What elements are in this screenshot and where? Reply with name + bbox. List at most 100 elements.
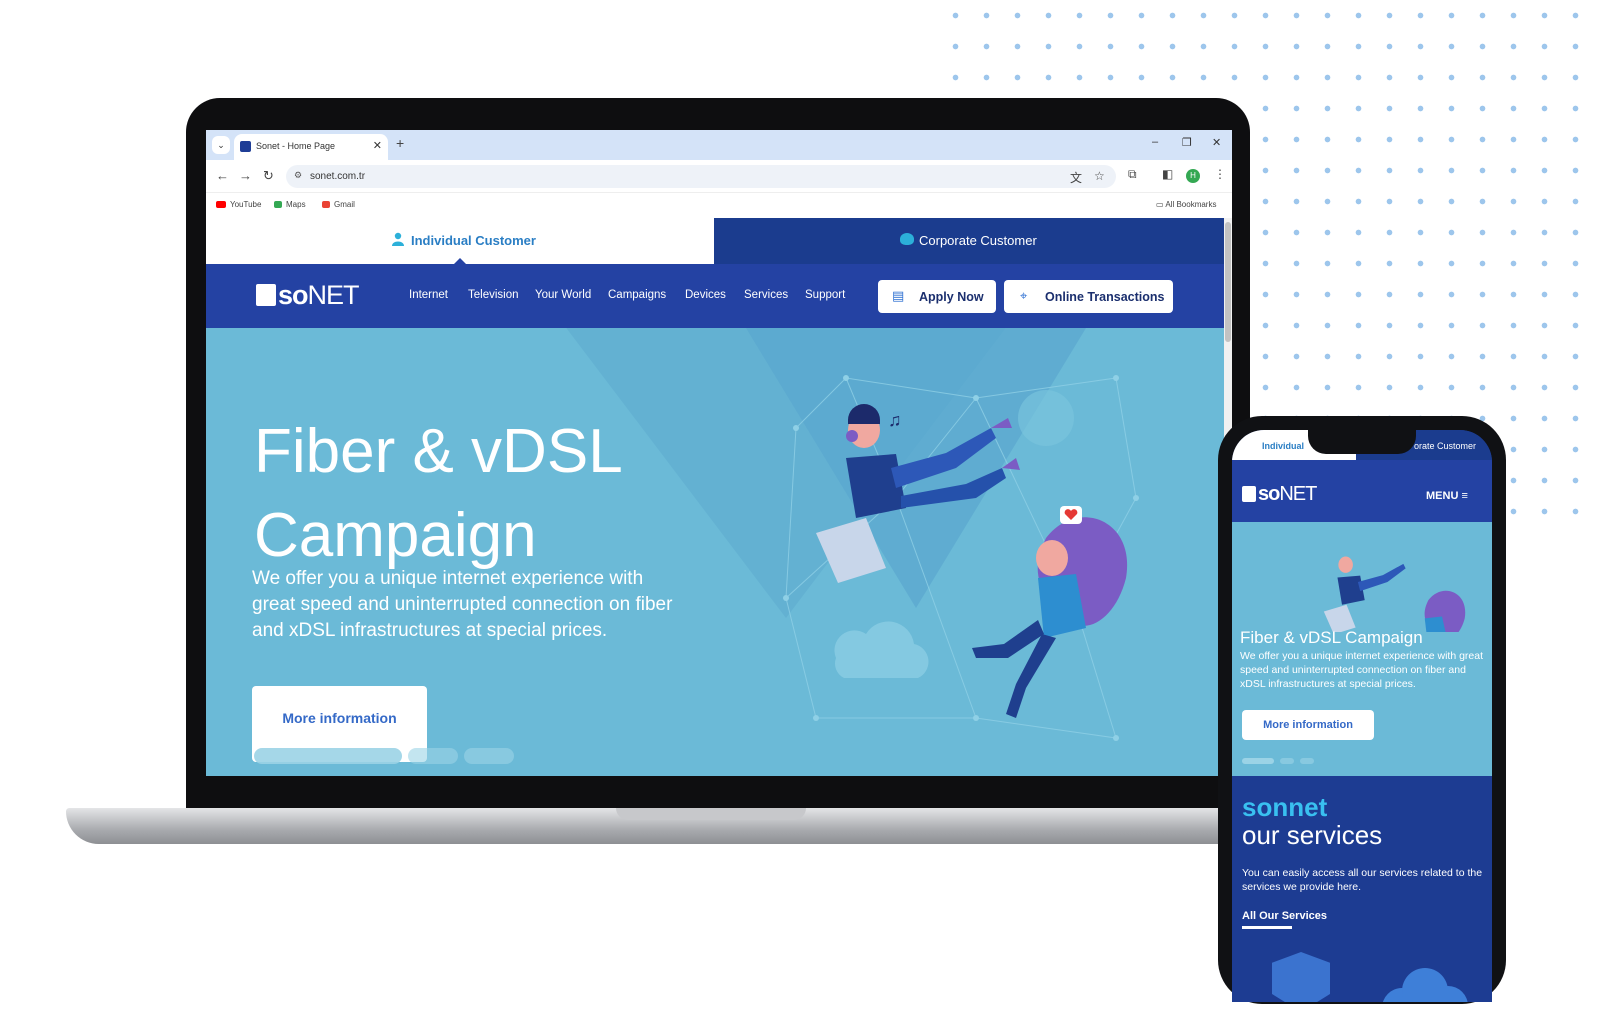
bookmark-maps[interactable]: Maps — [274, 200, 306, 209]
phone-hero-illustration — [1323, 556, 1466, 632]
all-bookmarks-label: All Bookmarks — [1165, 200, 1217, 209]
phone-notch — [1308, 430, 1416, 454]
browser-menu-icon[interactable]: ⋮ — [1214, 167, 1226, 181]
nav-campaigns[interactable]: Campaigns — [608, 289, 666, 301]
nav-devices[interactable]: Devices — [685, 289, 726, 301]
window-close-icon[interactable]: ✕ — [1212, 136, 1221, 149]
services-title: our services — [1242, 820, 1383, 850]
main-navigation: soNET Internet Television Your World Cam… — [206, 264, 1232, 328]
phone-more-information-label: More information — [1263, 719, 1353, 731]
cloud-icon — [1382, 968, 1468, 1002]
tab-individual-customer[interactable]: Individual Customer — [206, 218, 714, 264]
hero-subtitle: We offer you a unique internet experienc… — [252, 568, 673, 641]
corporate-icon — [900, 233, 914, 245]
all-bookmarks[interactable]: ▭ All Bookmarks — [1156, 200, 1216, 209]
apply-now-label: Apply Now — [919, 290, 984, 304]
browser-toolbar: ← → ↻ ⚙ sonet.com.tr 文 ☆ ⧉ ◧ H ⋮ — [206, 160, 1232, 193]
phone-slider-dot[interactable] — [1300, 758, 1314, 764]
restore-icon[interactable]: ❐ — [1182, 136, 1192, 149]
translate-icon[interactable]: 文 — [1070, 169, 1082, 186]
bookmark-gmail[interactable]: Gmail — [322, 200, 355, 209]
all-services-link[interactable]: All Our Services — [1242, 910, 1327, 922]
bookmark-star-icon[interactable]: ☆ — [1094, 169, 1105, 183]
bookmark-youtube[interactable]: YouTube — [216, 200, 261, 209]
side-panel-icon[interactable]: ◧ — [1162, 167, 1173, 181]
youtube-icon — [216, 201, 226, 209]
phone-customer-tabs: Individual orate Customer — [1232, 430, 1492, 460]
maps-icon — [274, 201, 282, 209]
bookmarks-bar: YouTube Maps Gmail ▭ All Bookmarks — [206, 193, 1232, 217]
nav-support[interactable]: Support — [805, 289, 845, 301]
address-bar[interactable]: ⚙ sonet.com.tr 文 ☆ — [286, 165, 1116, 188]
logo-bold: so — [1258, 483, 1280, 505]
link-underline — [1242, 926, 1292, 929]
tab-corporate-customer[interactable]: Corporate Customer — [714, 218, 1232, 264]
phone-corporate-label: orate Customer — [1414, 441, 1477, 451]
logo-mark-icon — [1242, 486, 1256, 502]
slider-dot-active[interactable] — [254, 748, 402, 764]
hero-title-line-1: Fiber & vDSL — [254, 417, 623, 486]
hero-banner: ♫ Fiber & vDSL Campaign We offer you a u… — [206, 328, 1232, 776]
corporate-customer-label: Corporate Customer — [919, 233, 1037, 248]
profile-avatar[interactable]: H — [1186, 169, 1200, 183]
laptop-notch — [616, 808, 806, 820]
individual-customer-label: Individual Customer — [411, 233, 536, 248]
close-tab-icon[interactable]: ✕ — [373, 139, 382, 152]
reload-icon[interactable]: ↻ — [263, 168, 274, 184]
minimize-icon[interactable]: – — [1152, 136, 1158, 148]
cursor-click-icon: ⌖ — [1020, 288, 1028, 303]
nav-services[interactable]: Services — [744, 289, 788, 301]
phone-hero-title: Fiber & vDSL Campaign — [1240, 628, 1423, 647]
apply-now-button[interactable]: ▤ Apply Now — [878, 280, 996, 313]
nav-internet[interactable]: Internet — [409, 289, 448, 301]
back-icon[interactable]: ← — [216, 168, 229, 183]
site-info-icon[interactable]: ⚙ — [294, 170, 302, 181]
online-transactions-label: Online Transactions — [1045, 290, 1165, 304]
laptop-screen: ⌄ Sonet - Home Page ✕ + – ❐ ✕ ← → ↻ ⚙ so… — [206, 130, 1232, 776]
clipboard-icon: ▤ — [892, 288, 905, 303]
phone-frame: Individual orate Customer soNET MENU ≡ F… — [1218, 416, 1506, 1004]
menu-button[interactable]: MENU ≡ — [1426, 490, 1468, 502]
sonet-logo[interactable]: soNET — [256, 280, 390, 311]
logo-thin: NET — [1279, 483, 1317, 505]
bookmark-label: Maps — [286, 200, 306, 209]
sonet-favicon-icon — [240, 141, 251, 152]
showcase-stage: ⌄ Sonet - Home Page ✕ + – ❐ ✕ ← → ↻ ⚙ so… — [0, 0, 1600, 1023]
bookmark-label: YouTube — [230, 200, 262, 209]
hero-title: Fiber & vDSL Campaign — [254, 410, 714, 578]
logo-mark-icon — [256, 284, 276, 306]
scrollbar-thumb[interactable] — [1225, 222, 1231, 342]
services-description: You can easily access all our services r… — [1242, 867, 1483, 893]
phone-navigation: soNET MENU ≡ — [1232, 460, 1492, 522]
more-information-label: More information — [282, 710, 397, 726]
svg-text:♫: ♫ — [888, 410, 902, 430]
slider-dot[interactable] — [464, 748, 514, 764]
forward-icon[interactable]: → — [239, 168, 252, 183]
nav-television[interactable]: Television — [468, 289, 519, 301]
phone-hero-banner: Fiber & vDSL Campaign We offer you a uni… — [1232, 522, 1492, 776]
tab-title: Sonet - Home Page — [256, 141, 336, 151]
phone-individual-label: Individual — [1262, 441, 1305, 451]
logo-text: soNET — [1258, 483, 1317, 506]
tab-search-icon[interactable]: ⌄ — [212, 136, 230, 154]
extensions-icon[interactable]: ⧉ — [1128, 167, 1137, 182]
user-icon — [392, 232, 404, 246]
phone-sonet-logo[interactable]: soNET — [1242, 483, 1376, 512]
customer-type-tabs: Individual Customer Corporate Customer — [206, 218, 1232, 264]
phone-more-information-button[interactable]: More information — [1242, 710, 1374, 740]
browser-tab[interactable]: Sonet - Home Page ✕ — [234, 134, 388, 160]
hero-illustration: ♫ — [783, 375, 1139, 741]
phone-screen: Individual orate Customer soNET MENU ≡ F… — [1232, 430, 1492, 1002]
phone-slider-dot-active[interactable] — [1242, 758, 1274, 764]
phone-slider-dot[interactable] — [1280, 758, 1294, 764]
folder-icon: ▭ — [1156, 200, 1164, 209]
online-transactions-button[interactable]: ⌖ Online Transactions — [1004, 280, 1173, 313]
shield-icon — [1272, 952, 1330, 1002]
services-brand-heading: sonnet — [1242, 792, 1328, 822]
nav-your-world[interactable]: Your World — [535, 289, 591, 301]
url-text[interactable]: sonet.com.tr — [310, 171, 365, 182]
new-tab-button[interactable]: + — [396, 135, 404, 151]
logo-text: soNET — [278, 280, 360, 311]
slider-dot[interactable] — [408, 748, 458, 764]
logo-thin: NET — [307, 280, 360, 310]
